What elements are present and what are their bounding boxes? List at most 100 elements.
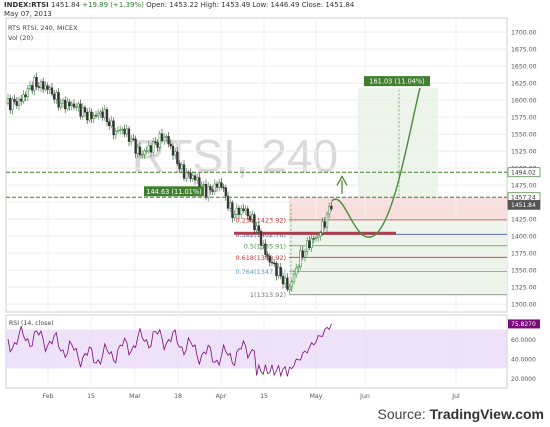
candle-body <box>330 205 333 210</box>
price-tag-label: 1494.02 <box>511 170 536 177</box>
candle-body <box>28 85 32 89</box>
candle-body <box>83 107 87 113</box>
fib-level-label: 1(1313.92) <box>250 291 286 299</box>
candle-body <box>215 183 219 188</box>
source-prefix: Source: <box>377 406 430 422</box>
x-tick-label: 18 <box>174 393 182 400</box>
candle-body <box>275 262 278 276</box>
candle-body <box>286 277 289 290</box>
candle-body <box>312 238 315 240</box>
candle-body <box>152 141 155 153</box>
candle-body <box>189 172 192 179</box>
candle-body <box>303 251 307 258</box>
candle-body <box>108 121 111 127</box>
candle-body <box>321 221 324 233</box>
candle-body <box>37 86 40 88</box>
candle-body <box>26 88 29 98</box>
candle-body <box>46 85 49 90</box>
candle-body <box>163 136 166 142</box>
candle-body <box>70 103 73 107</box>
y-tick-label: 1625.00 <box>511 81 537 88</box>
y-tick-label: 1650.00 <box>511 64 537 71</box>
candle-body <box>185 171 188 179</box>
candle-body <box>235 207 238 215</box>
candle-body <box>328 205 331 215</box>
candle-body <box>127 128 131 142</box>
candle-body <box>246 208 249 217</box>
candle-body <box>169 143 172 147</box>
candle-body <box>306 240 309 252</box>
candle-body <box>9 98 12 111</box>
candle-body <box>281 275 285 285</box>
candle-body <box>31 85 34 91</box>
rsi-value-label: 75.8270 <box>511 321 536 328</box>
candle-body <box>308 240 311 248</box>
y-tick-label: 1475.00 <box>511 183 537 190</box>
measurement-label: 144.63 (11.01%) <box>146 188 201 196</box>
candle-body <box>48 87 51 90</box>
candle-body <box>44 85 47 90</box>
candle-body <box>319 232 322 237</box>
x-tick-label: Apr <box>216 393 227 400</box>
candle-body <box>50 87 54 95</box>
candle-body <box>264 243 267 255</box>
candle-body <box>134 138 137 154</box>
candle-body <box>66 101 69 110</box>
y-tick-label: 1550.00 <box>511 132 537 139</box>
candle-body <box>244 208 247 211</box>
x-tick-label: 15 <box>87 393 95 400</box>
candle-body <box>154 141 157 143</box>
candle-body <box>242 208 245 211</box>
candle-body <box>299 250 302 267</box>
x-tick-label: Feb <box>43 393 54 400</box>
candle-body <box>92 115 95 119</box>
candle-body <box>231 202 234 218</box>
candle-body <box>97 113 100 116</box>
y-tick-label: 1425.00 <box>511 217 537 224</box>
candle-body <box>59 102 62 108</box>
candle-body <box>255 225 258 231</box>
candle-body <box>35 77 38 87</box>
candle-body <box>119 129 122 131</box>
candle-body <box>149 145 153 153</box>
candle-body <box>211 189 214 192</box>
y-tick-label: 1375.00 <box>511 251 537 258</box>
series-title: RTS RTSI, 240, MICEX <box>8 24 78 32</box>
candle-body <box>248 215 252 220</box>
candle-body <box>116 130 120 132</box>
price-chart[interactable]: RTSI, 240 0.236(1423.92)0.382(1402.76)0.… <box>0 0 550 427</box>
rsi-band <box>6 329 507 369</box>
candle-body <box>218 182 221 188</box>
candle-body <box>75 106 78 108</box>
candle-body <box>125 128 128 135</box>
candle-body <box>180 164 183 170</box>
candle-body <box>141 154 144 156</box>
candle-body <box>273 262 276 265</box>
candle-body <box>64 99 67 110</box>
candle-body <box>279 267 282 277</box>
candle-body <box>160 133 164 142</box>
candle-body <box>202 183 205 186</box>
candle-body <box>301 250 304 258</box>
candle-body <box>79 103 82 117</box>
candle-body <box>20 98 23 102</box>
candle-body <box>147 145 150 152</box>
candle-body <box>277 267 280 276</box>
y-tick-label: 1525.00 <box>511 149 537 156</box>
candle-body <box>259 230 263 246</box>
candle-body <box>178 163 181 170</box>
rsi-y-tick-label: 60.0000 <box>511 337 536 344</box>
candle-body <box>213 183 216 192</box>
candle-body <box>88 111 91 121</box>
candle-body <box>112 120 115 136</box>
candle-body <box>138 146 142 156</box>
candle-body <box>17 98 21 106</box>
candle-body <box>99 111 102 114</box>
candle-body <box>57 92 60 108</box>
candle-body <box>72 103 76 108</box>
candle-body <box>270 261 274 264</box>
candle-body <box>143 150 146 155</box>
candle-body <box>24 94 27 98</box>
candle-body <box>182 164 186 179</box>
price-tag-label: 1451.84 <box>511 202 536 209</box>
